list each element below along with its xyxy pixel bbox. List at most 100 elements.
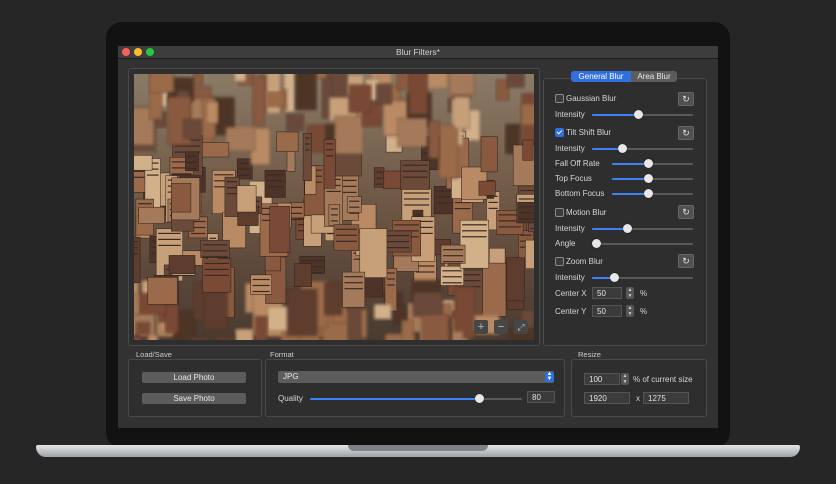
building-windows (385, 235, 410, 237)
building-shape (520, 103, 534, 126)
reset-icon: ↻ (682, 207, 690, 217)
building-windows (349, 212, 360, 214)
bottom-focus-slider[interactable] (612, 189, 693, 198)
zoom-in-button[interactable]: + (474, 320, 488, 334)
building-shape (252, 76, 265, 126)
building-shape (448, 74, 475, 96)
building-windows (385, 247, 410, 249)
load-save-section-title: Load/Save (136, 350, 172, 359)
motion-angle-label: Angle (555, 239, 576, 248)
zoom-blur-checkbox[interactable] (555, 257, 564, 266)
tilt-shift-intensity-slider[interactable] (592, 144, 693, 153)
building-shape (342, 271, 366, 308)
fit-to-window-button[interactable]: ⤢ (514, 320, 528, 334)
building-shape (286, 113, 304, 132)
building-windows (239, 162, 251, 164)
building-windows (204, 262, 229, 264)
title-bar: Blur Filters* (118, 46, 718, 59)
load-save-panel (128, 359, 262, 417)
minus-icon: − (497, 321, 505, 333)
center-x-field[interactable]: 50 (592, 287, 622, 299)
motion-angle-slider[interactable] (591, 239, 693, 248)
building-windows (443, 255, 464, 257)
building-shape (189, 336, 210, 340)
building-shape (506, 74, 525, 88)
load-photo-button[interactable]: Load Photo (142, 372, 246, 383)
quality-slider[interactable] (310, 394, 522, 403)
building-windows (520, 189, 534, 192)
building-windows (443, 249, 464, 251)
resize-width-field[interactable]: 1920 (584, 392, 630, 404)
top-focus-slider[interactable] (612, 174, 693, 183)
gaussian-reset-button[interactable]: ↻ (678, 92, 694, 106)
bottom-focus-label: Bottom Focus (555, 189, 605, 198)
building-windows (402, 164, 428, 166)
building-shape (408, 74, 428, 115)
building-shape (147, 277, 178, 305)
building-windows (519, 212, 534, 214)
building-shape (453, 96, 471, 129)
format-section-title: Format (270, 350, 294, 359)
building-windows (171, 173, 192, 175)
building-shape (478, 180, 496, 196)
building-shape (200, 239, 230, 259)
resize-percent-stepper[interactable]: ▲ ▼ (621, 373, 629, 385)
building-windows (187, 161, 197, 163)
building-windows (376, 171, 383, 173)
building-windows (462, 224, 487, 226)
reset-icon: ↻ (682, 128, 690, 138)
tilt-shift-blur-checkbox[interactable] (555, 128, 564, 137)
building-shape (347, 308, 362, 340)
resize-times-label: x (636, 394, 640, 403)
tab-area-blur[interactable]: Area Blur (631, 71, 677, 82)
zoom-reset-button[interactable]: ↻ (678, 254, 694, 268)
building-windows (134, 170, 146, 172)
center-y-field[interactable]: 50 (592, 305, 622, 317)
building-shape (134, 155, 153, 171)
building-shape (359, 228, 388, 278)
motion-intensity-slider[interactable] (592, 224, 693, 233)
building-shape (236, 185, 257, 213)
quality-field[interactable]: 80 (527, 391, 555, 403)
building-windows (134, 247, 139, 249)
tab-general-blur[interactable]: General Blur (571, 71, 631, 82)
building-windows (349, 200, 360, 202)
building-shape (149, 74, 175, 93)
building-windows (462, 230, 487, 232)
tilt-shift-reset-button[interactable]: ↻ (678, 126, 694, 140)
building-windows (305, 143, 310, 145)
building-windows (290, 212, 303, 214)
center-x-stepper[interactable]: ▲ ▼ (626, 287, 634, 299)
building-windows (330, 214, 338, 216)
building-shape (182, 118, 203, 140)
format-select[interactable]: JPG (278, 371, 554, 383)
building-windows (519, 218, 534, 220)
resize-percent-field[interactable]: 100 (584, 373, 620, 385)
building-shape (525, 239, 534, 269)
tilt-shift-intensity-label: Intensity (555, 144, 585, 153)
select-arrows-icon[interactable]: ▲ ▼ (545, 371, 554, 382)
building-windows (344, 288, 363, 290)
gaussian-intensity-slider[interactable] (592, 110, 693, 119)
building-shape (254, 316, 268, 340)
fall-off-rate-slider[interactable] (612, 159, 693, 168)
building-shape (346, 196, 362, 213)
building-windows (214, 174, 234, 176)
building-shape (373, 304, 392, 320)
save-photo-button[interactable]: Save Photo (142, 393, 246, 404)
building-windows (202, 244, 228, 246)
building-windows (174, 145, 201, 147)
zoom-out-button[interactable]: − (494, 320, 508, 334)
zoom-intensity-slider[interactable] (592, 273, 693, 282)
building-shape (480, 136, 498, 173)
motion-blur-label: Motion Blur (566, 208, 607, 217)
motion-reset-button[interactable]: ↻ (678, 205, 694, 219)
motion-blur-checkbox[interactable] (555, 208, 564, 217)
fall-off-rate-label: Fall Off Rate (555, 159, 600, 168)
resize-height-field[interactable]: 1275 (643, 392, 689, 404)
gaussian-blur-checkbox[interactable] (555, 94, 564, 103)
building-windows (387, 272, 395, 274)
center-y-stepper[interactable]: ▲ ▼ (626, 305, 634, 317)
building-windows (190, 232, 206, 235)
building-windows (137, 203, 152, 205)
